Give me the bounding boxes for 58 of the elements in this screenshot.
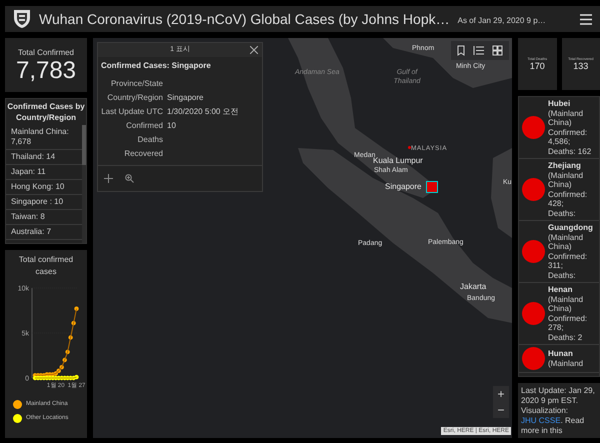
case-bubble-icon — [522, 178, 545, 201]
map-label: Kuala Lumpur — [373, 156, 423, 166]
field-label: Deaths — [136, 134, 163, 145]
bookmark-icon[interactable] — [457, 45, 465, 56]
grid-icon[interactable] — [492, 45, 503, 56]
region-detail: Deaths: 162 — [548, 146, 592, 156]
region-detail: Confirmed: 278; — [548, 314, 588, 332]
region-detail: (Mainland China) — [548, 232, 584, 252]
total-confirmed-value: 7,783 — [16, 59, 76, 83]
region-detail: Confirmed: 4,586; — [548, 128, 588, 146]
region-detail: (Mainland China) — [548, 294, 584, 314]
stat-value: 133 — [573, 61, 588, 71]
case-bubble-icon — [522, 347, 545, 370]
field-label: Country/Region — [106, 92, 163, 103]
field-label: Province/State — [110, 78, 163, 89]
map-label: Singapore — [385, 182, 422, 192]
field-label: Recovered — [123, 148, 163, 159]
source-link[interactable]: JHU CSSE — [521, 416, 561, 425]
field-value: 1/30/2020 5:00 오전 — [167, 106, 240, 117]
popup-heading: Confirmed Cases: Singapore — [100, 60, 212, 72]
region-name[interactable]: Hunan — [548, 349, 594, 358]
case-bubble-icon — [522, 240, 545, 263]
move-icon[interactable] — [104, 174, 113, 183]
zoom-out-button[interactable]: − — [493, 402, 509, 418]
region-detail: Deaths: — [548, 208, 577, 218]
field-value: Singapore — [167, 92, 204, 103]
region-detail: Confirmed: 428; — [548, 190, 588, 208]
field-label: Last Update UTC — [101, 106, 163, 117]
region-detail: Deaths: 2 — [548, 332, 584, 342]
region-name[interactable]: Henan — [548, 285, 594, 294]
dashboard-date: As of Jan 29, 2020 9 p… — [458, 14, 546, 26]
close-icon[interactable] — [250, 46, 258, 54]
field-value: 10 — [167, 120, 177, 131]
case-bubble-icon — [522, 116, 545, 139]
region-name[interactable]: Zhejiang — [548, 161, 594, 170]
dashboard-title: Wuhan Coronavirus (2019-nCoV) Global Cases (by Johns Hopk… — [39, 10, 450, 29]
case-bubble-icon — [522, 302, 545, 325]
shield-logo-icon — [13, 9, 31, 29]
field-label: Confirmed — [125, 120, 163, 131]
map-label: Jakarta — [460, 282, 486, 292]
chart-title: Total confirmed cases — [18, 254, 74, 278]
zoom-in-button[interactable]: + — [493, 386, 509, 402]
list-icon[interactable] — [473, 45, 484, 56]
scrollbar[interactable] — [82, 125, 86, 243]
singapore-marker[interactable] — [426, 181, 438, 193]
region-name[interactable]: Guangdong — [548, 223, 594, 232]
region-detail: (Mainland China) — [548, 170, 584, 190]
region-detail: (Mainland — [548, 358, 584, 368]
region-detail: Confirmed: 311; — [548, 252, 588, 270]
region-name[interactable]: Hubei — [548, 99, 594, 108]
menu-icon[interactable] — [580, 14, 592, 24]
stat-value: 170 — [530, 61, 545, 71]
region-detail: (Mainland China) — [548, 108, 584, 128]
total-confirmed-label: Total Confirmed — [18, 47, 74, 59]
country-list-title: Confirmed Cases by Country/Region — [6, 101, 86, 124]
zoom-icon[interactable] — [125, 174, 134, 183]
update-note: Last Update: Jan 29, 2020 9 pm EST. Visualization: JHU CSSE. Read more in this — [521, 386, 596, 436]
region-detail: Deaths: — [548, 270, 577, 280]
